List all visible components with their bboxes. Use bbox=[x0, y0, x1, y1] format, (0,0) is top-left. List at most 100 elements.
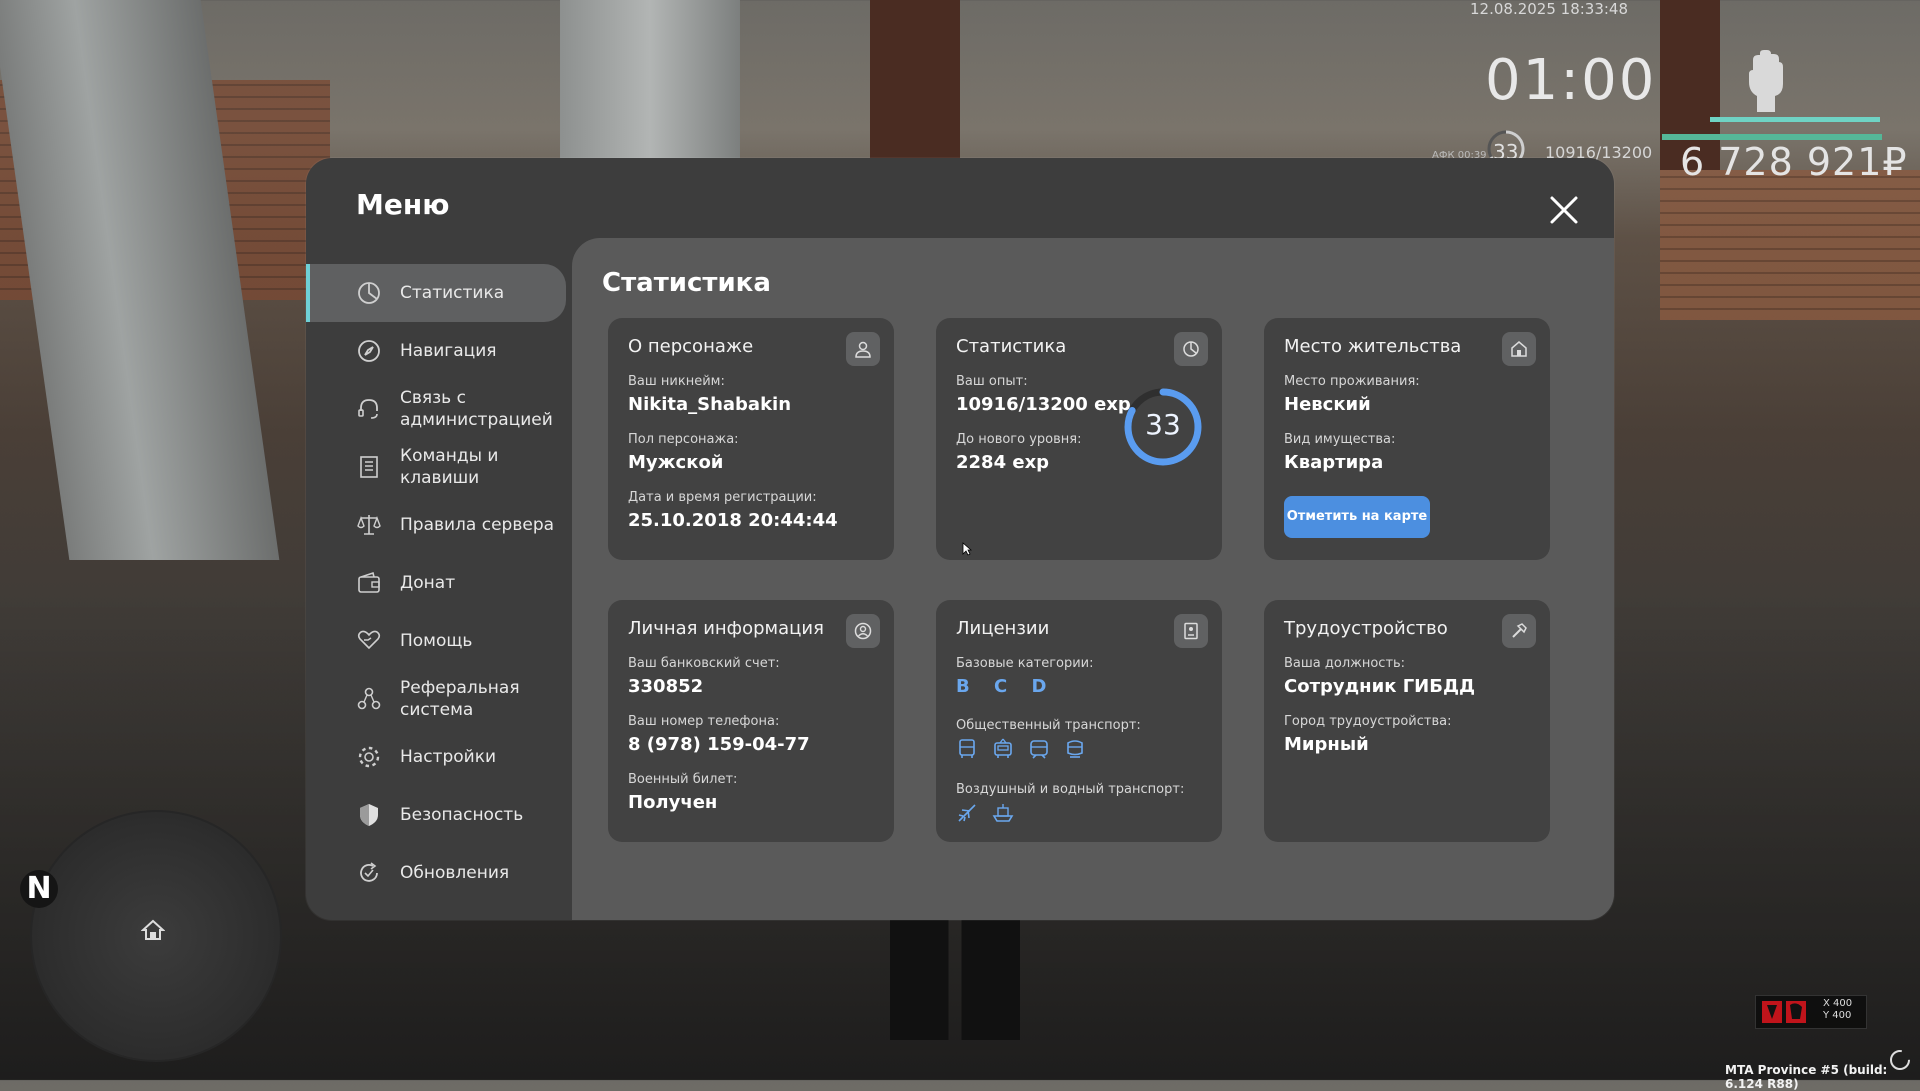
sidebar-item-label: Донат bbox=[400, 573, 456, 593]
residence-place-label: Место проживания: bbox=[1284, 374, 1420, 389]
job-city-label: Город трудоустройства: bbox=[1284, 714, 1452, 729]
job-position-label: Ваша должность: bbox=[1284, 656, 1406, 671]
sidebar-menu: Статистика Навигация Связь с администрац… bbox=[306, 264, 566, 902]
scales-icon bbox=[357, 515, 381, 535]
card-employment: Трудоустройство Ваша должность: Сотрудни… bbox=[1264, 600, 1550, 842]
sidebar-item-label: Команды и клавиши bbox=[400, 446, 499, 488]
next-level-label: До нового уровня: bbox=[956, 432, 1082, 447]
tram-icon bbox=[1030, 740, 1048, 759]
job-position-value: Сотрудник ГИБДД bbox=[1284, 676, 1476, 697]
hud-money: 6 728 921₽ bbox=[1680, 140, 1908, 184]
nickname-value: Nikita_Shabakin bbox=[628, 394, 792, 415]
statistics-icon bbox=[1183, 341, 1199, 357]
card-title: О персонаже bbox=[628, 336, 754, 357]
list-icon bbox=[360, 456, 378, 478]
content-panel: Статистика О персонаже Ваш никнейм: Niki… bbox=[572, 238, 1614, 920]
mouse-cursor bbox=[962, 542, 972, 556]
refresh-icon bbox=[360, 862, 378, 882]
sidebar-item-rules[interactable]: Правила сервера bbox=[306, 496, 566, 554]
coord-x: X 400 bbox=[1823, 998, 1853, 1009]
public-transport-label: Общественный транспорт: bbox=[956, 718, 1141, 733]
player-character-legs bbox=[890, 920, 1020, 1040]
exp-value: 10916/13200 exp bbox=[956, 394, 1131, 415]
sidebar-item-label: Настройки bbox=[400, 747, 497, 767]
phone-label: Ваш номер телефона: bbox=[628, 714, 780, 729]
shield-icon bbox=[360, 804, 378, 826]
mark-on-map-button[interactable]: Отметить на карте bbox=[1284, 496, 1430, 538]
sidebar-item-help[interactable]: Помощь bbox=[306, 612, 566, 670]
sidebar-item-label: Статистика bbox=[400, 283, 505, 303]
military-id-value: Получен bbox=[628, 792, 718, 813]
loading-icon bbox=[1890, 1050, 1910, 1070]
coords-readout: X 400 Y 400 bbox=[1823, 998, 1852, 1022]
card-residence: Место жительства Место проживания: Невск… bbox=[1264, 318, 1550, 560]
hammer-icon bbox=[1512, 623, 1527, 638]
bus-icon bbox=[959, 739, 975, 758]
card-title: Место жительства bbox=[1284, 336, 1462, 357]
license-icon bbox=[1184, 622, 1198, 640]
bank-account-label: Ваш банковский счет: bbox=[628, 656, 780, 671]
level-number: 33 bbox=[1145, 408, 1181, 441]
sidebar-item-label: Обновления bbox=[400, 863, 510, 883]
close-icon[interactable] bbox=[1546, 192, 1582, 228]
bank-account-value: 330852 bbox=[628, 676, 704, 697]
card-icon-box bbox=[846, 614, 880, 648]
sidebar-item-label: Правила сервера bbox=[400, 515, 555, 535]
sidebar-item-commands[interactable]: Команды и клавиши bbox=[306, 438, 566, 496]
sidebar-item-referral[interactable]: Реферальная система bbox=[306, 670, 566, 728]
next-level-value: 2284 exp bbox=[956, 452, 1050, 473]
menu-window: Меню Статистика Навигация Связь с админи… bbox=[306, 158, 1614, 920]
sidebar-item-donate[interactable]: Донат bbox=[306, 554, 566, 612]
sidebar-item-label: Реферальная система bbox=[400, 678, 520, 720]
sidebar-item-security[interactable]: Безопасность bbox=[306, 786, 566, 844]
card-statistics: Статистика Ваш опыт: 10916/13200 exp До … bbox=[936, 318, 1222, 560]
card-icon-box bbox=[1502, 614, 1536, 648]
job-city-value: Мирный bbox=[1284, 734, 1369, 755]
compass-icon bbox=[358, 340, 380, 362]
user-icon bbox=[855, 341, 871, 358]
sidebar-item-label: Навигация bbox=[400, 341, 497, 361]
statistics-icon bbox=[358, 282, 380, 304]
card-personal-info: Личная информация Ваш банковский счет: 3… bbox=[608, 600, 894, 842]
air-water-transport-label: Воздушный и водный транспорт: bbox=[956, 782, 1185, 797]
card-icon-box bbox=[1502, 332, 1536, 366]
sidebar-item-label: Помощь bbox=[400, 631, 473, 651]
hud-clock: 01:00 bbox=[1485, 48, 1657, 113]
base-categories-label: Базовые категории: bbox=[956, 656, 1094, 671]
residence-place-value: Невский bbox=[1284, 394, 1371, 415]
content-title: Статистика bbox=[602, 268, 771, 298]
house-icon bbox=[1511, 341, 1527, 357]
sidebar-item-updates[interactable]: Обновления bbox=[306, 844, 566, 902]
card-icon-box bbox=[1174, 332, 1208, 366]
fist-weapon-icon bbox=[1762, 1001, 1806, 1023]
card-licenses: Лицензии Базовые категории: B C D Общест… bbox=[936, 600, 1222, 842]
headset-icon bbox=[358, 399, 378, 419]
sidebar-item-settings[interactable]: Настройки bbox=[306, 728, 566, 786]
card-icon-box bbox=[1174, 614, 1208, 648]
property-type-label: Вид имущества: bbox=[1284, 432, 1396, 447]
train-icon bbox=[1067, 740, 1083, 758]
public-transport-icons bbox=[956, 738, 1086, 760]
sidebar-item-contact-admin[interactable]: Связь с администрацией bbox=[306, 380, 566, 438]
coord-y: Y 400 bbox=[1823, 1010, 1852, 1021]
card-character: О персонаже Ваш никнейм: Nikita_Shabakin… bbox=[608, 318, 894, 560]
trolleybus-icon bbox=[994, 738, 1012, 758]
card-title: Статистика bbox=[956, 336, 1067, 357]
gear-icon bbox=[358, 746, 380, 768]
military-id-label: Военный билет: bbox=[628, 772, 738, 787]
boat-icon bbox=[992, 804, 1014, 822]
nickname-label: Ваш никнейм: bbox=[628, 374, 725, 389]
sidebar-item-statistics[interactable]: Статистика bbox=[306, 264, 566, 322]
fist-icon bbox=[1749, 50, 1783, 112]
world-brick-wall-right bbox=[1660, 170, 1920, 320]
hud-health-bar bbox=[1710, 117, 1880, 122]
card-icon-box bbox=[846, 332, 880, 366]
card-title: Лицензии bbox=[956, 618, 1050, 639]
sidebar-item-label: Связь с администрацией bbox=[400, 388, 553, 430]
hud-datetime: 12.08.2025 18:33:48 bbox=[1470, 0, 1629, 18]
plane-icon bbox=[958, 804, 976, 822]
sidebar-item-label: Безопасность bbox=[400, 805, 524, 825]
heart-hand-icon bbox=[357, 630, 381, 650]
menu-title: Меню bbox=[356, 188, 450, 221]
sidebar-item-navigation[interactable]: Навигация bbox=[306, 322, 566, 380]
